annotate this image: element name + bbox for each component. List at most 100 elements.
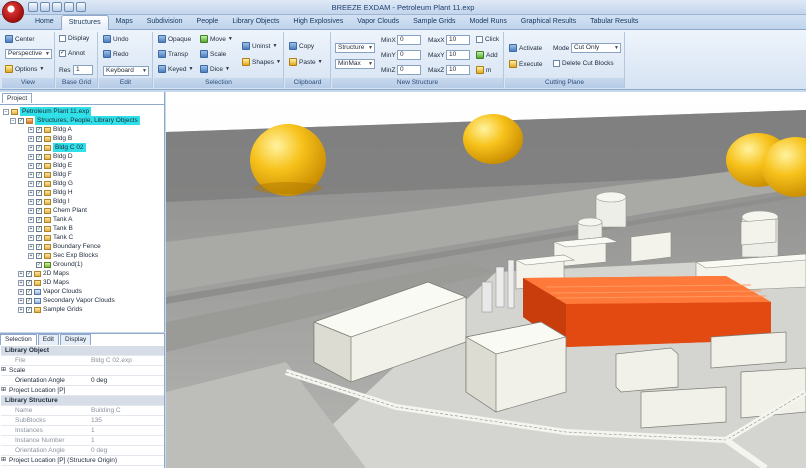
tree-item[interactable]: + ✓ Tank C <box>28 233 73 242</box>
tree-item[interactable]: + ✓ Bldg F <box>28 170 72 179</box>
tree-item[interactable]: + ✓ Bldg A <box>28 125 72 134</box>
expand-icon[interactable]: + <box>18 270 24 277</box>
property-row[interactable]: File Bldg C 02.exp <box>1 356 164 366</box>
tab-graphical-results[interactable]: Graphical Results <box>514 15 583 30</box>
expand-icon[interactable]: + <box>28 162 34 169</box>
copy-button[interactable]: Copy <box>289 42 314 50</box>
expand-icon[interactable]: + <box>28 252 34 259</box>
paste-button[interactable]: Paste ▼ <box>289 58 323 66</box>
tab-high-explosives[interactable]: High Explosives <box>286 15 350 30</box>
tree-item[interactable]: + ✓ Vapor Clouds <box>18 287 82 296</box>
expand-icon[interactable]: + <box>18 288 24 295</box>
tree-item[interactable]: + ✓ Bldg H <box>28 188 73 197</box>
building[interactable] <box>710 331 787 369</box>
tree-item[interactable]: + ✓ Bldg D <box>28 152 73 161</box>
activate-button[interactable]: Activate <box>509 44 542 52</box>
sphere-tank[interactable] <box>250 124 326 196</box>
property-row[interactable]: ⊞ Scale <box>1 366 164 376</box>
tree-item[interactable]: + ✓ Bldg E <box>28 161 72 170</box>
tab-home[interactable]: Home <box>28 15 61 30</box>
annot-checkbox[interactable]: ✓ Annot <box>59 50 85 57</box>
maxx-input[interactable]: 10 <box>446 35 470 45</box>
undo-button[interactable]: Undo <box>103 35 129 43</box>
property-row[interactable]: Name Building C <box>1 406 164 416</box>
property-row[interactable]: Instances 1 <box>1 426 164 436</box>
property-row[interactable]: ⊞ Project Location [P] <box>1 386 164 396</box>
property-row[interactable]: Orientation Angle 0 deg <box>1 376 164 386</box>
tree-item[interactable]: + ✓ Tank B <box>28 224 73 233</box>
tab-model-runs[interactable]: Model Runs <box>463 15 514 30</box>
maxz-input[interactable]: 10 <box>446 65 470 75</box>
tab-project[interactable]: Project <box>2 93 33 103</box>
expand-icon[interactable]: + <box>28 198 34 205</box>
expand-icon[interactable]: + <box>28 153 34 160</box>
center-button[interactable]: Center <box>5 35 35 43</box>
miny-input[interactable]: 0 <box>397 50 421 60</box>
minx-input[interactable]: 0 <box>397 35 421 45</box>
expand-icon[interactable]: + <box>28 207 34 214</box>
display-checkbox[interactable]: Display <box>59 35 89 42</box>
expand-icon[interactable]: + <box>28 189 34 196</box>
tab-people[interactable]: People <box>190 15 226 30</box>
collapse-icon[interactable]: − <box>10 117 16 124</box>
uninst-button[interactable]: Uninst ▼ <box>242 42 277 50</box>
camera-select[interactable]: Perspective ▼ <box>5 49 52 59</box>
tree-item[interactable]: + ✓ 3D Maps <box>18 278 69 287</box>
tree-item[interactable]: + ✓ Chem Plant <box>28 206 87 215</box>
tree-item[interactable]: + ✓ Tank A <box>28 215 73 224</box>
expand-icon[interactable]: + <box>18 297 24 304</box>
expand-icon[interactable]: ⊞ <box>1 386 6 395</box>
expand-icon[interactable]: ⊞ <box>1 366 6 375</box>
expand-icon[interactable]: + <box>28 144 34 151</box>
structure-mode-select[interactable]: MinMax ▼ <box>335 59 375 69</box>
add-button[interactable]: Add <box>476 51 498 59</box>
expand-icon[interactable]: + <box>28 216 34 223</box>
expand-icon[interactable]: + <box>28 234 34 241</box>
building[interactable] <box>630 231 672 263</box>
click-checkbox[interactable]: Click <box>476 36 499 43</box>
property-value[interactable]: 0 deg <box>89 376 107 385</box>
expand-icon[interactable]: + <box>18 306 24 313</box>
expand-icon[interactable]: + <box>28 171 34 178</box>
dice-button[interactable]: Dice ▼ <box>200 65 230 73</box>
tree-item[interactable]: + ✓ 2D Maps <box>18 269 69 278</box>
execute-button[interactable]: Execute <box>509 60 543 68</box>
edit-mode-select[interactable]: Keyboard ▼ <box>103 66 149 76</box>
tab-vapor-clouds[interactable]: Vapor Clouds <box>350 15 406 30</box>
application-menu-button[interactable] <box>2 1 24 23</box>
tree-structures-folder[interactable]: − ✓ Structures, People, Library Objects <box>10 116 140 125</box>
3d-scene[interactable] <box>166 92 806 468</box>
expand-icon[interactable]: + <box>28 243 34 250</box>
expand-icon[interactable]: + <box>28 180 34 187</box>
minz-input[interactable]: 0 <box>397 65 421 75</box>
scale-button[interactable]: Scale <box>200 50 226 58</box>
options-button[interactable]: Options ▼ <box>5 65 44 73</box>
property-row[interactable]: Orientation Angle 0 deg <box>1 446 164 456</box>
building[interactable] <box>615 347 679 393</box>
delete-cut-blocks-checkbox[interactable]: Delete Cut Blocks <box>553 60 614 67</box>
tree-item[interactable]: + ✓ Bldg G <box>28 179 73 188</box>
sphere-tank[interactable] <box>463 114 523 164</box>
redo-button[interactable]: Redo <box>103 50 129 58</box>
tab-tabular-results[interactable]: Tabular Results <box>583 15 645 30</box>
tree-item[interactable]: + ✓ Boundary Fence <box>28 242 101 251</box>
tab-display[interactable]: Display <box>59 334 92 345</box>
expand-icon[interactable]: + <box>18 279 24 286</box>
building[interactable] <box>640 386 727 429</box>
3d-viewport[interactable] <box>166 92 806 468</box>
opaque-button[interactable]: Opaque <box>158 35 191 43</box>
tree-root[interactable]: − Petroleum Plant 11.exp <box>3 107 92 116</box>
tree-item[interactable]: + ✓ Bldg I <box>28 197 70 206</box>
tab-subdivision[interactable]: Subdivision <box>140 15 190 30</box>
tab-edit[interactable]: Edit <box>37 334 59 345</box>
tab-selection[interactable]: Selection <box>0 334 37 345</box>
expand-icon[interactable]: + <box>28 225 34 232</box>
checkbox[interactable]: ✓ <box>18 117 24 124</box>
shapes-button[interactable]: Shapes ▼ <box>242 58 281 66</box>
transp-button[interactable]: Transp <box>158 50 188 58</box>
tree-item[interactable]: + ✓ Secondary Vapor Clouds <box>18 296 115 305</box>
tree-item[interactable]: + ✓ Sample Grids <box>18 305 82 314</box>
tab-library-objects[interactable]: Library Objects <box>225 15 286 30</box>
expand-icon[interactable]: + <box>28 135 34 142</box>
expand-icon[interactable]: + <box>28 126 34 133</box>
